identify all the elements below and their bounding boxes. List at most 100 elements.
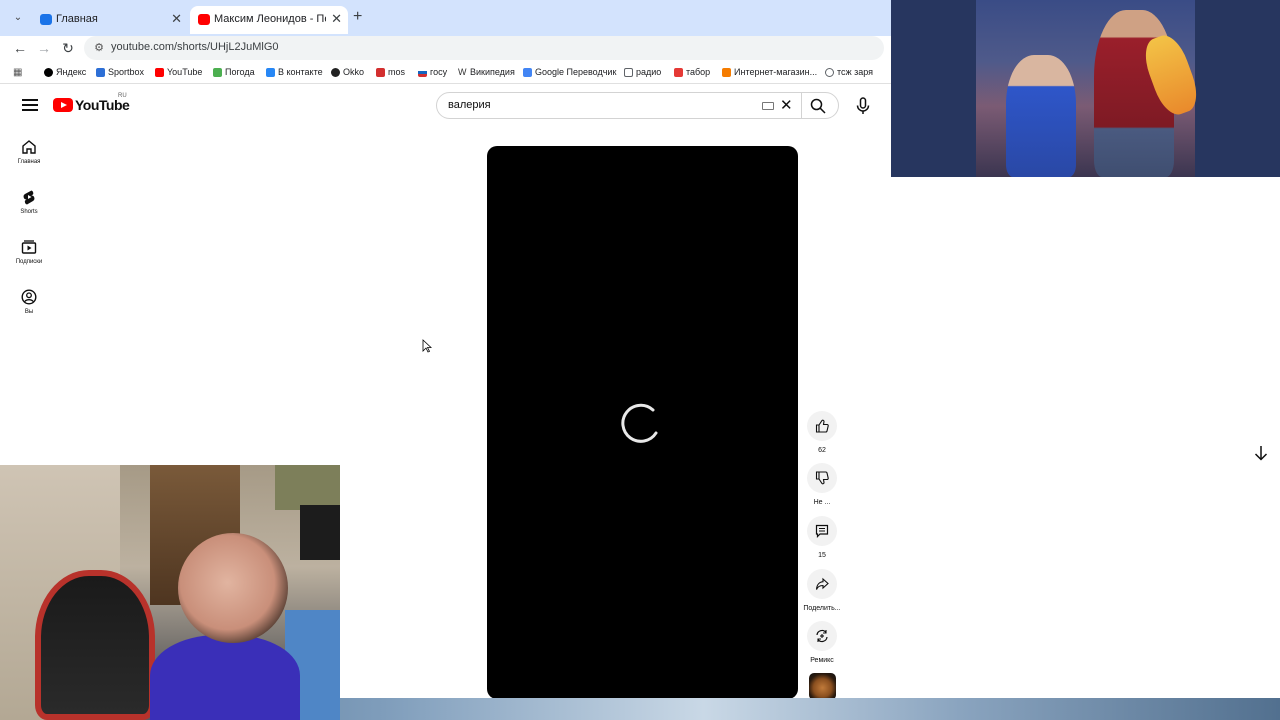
shorts-icon [23, 190, 35, 205]
bookmark-item[interactable]: W Википедия [458, 66, 515, 79]
search-box[interactable]: валерия ✕ [436, 92, 839, 119]
back-arrow-icon[interactable]: ← [11, 39, 29, 57]
remix-label: Ремикс [810, 657, 834, 664]
share-arrow-icon [815, 577, 829, 590]
bookmark-favicon-icon [674, 68, 683, 77]
comments-circle[interactable] [807, 516, 837, 546]
gaming-chair [35, 570, 155, 720]
keyboard-icon[interactable] [762, 102, 774, 110]
microphone-icon[interactable] [853, 96, 873, 116]
comments-button[interactable]: 15 [800, 516, 844, 559]
globe-icon [825, 68, 834, 77]
share-circle[interactable] [807, 569, 837, 599]
sidebar-item-subscriptions[interactable]: Подписки [8, 239, 50, 265]
bookmark-favicon-icon [266, 68, 275, 77]
url-text[interactable]: youtube.com/shorts/UHjL2JuMlG0 [111, 41, 279, 53]
thumbs-down-icon [815, 471, 829, 485]
folder-icon [624, 68, 633, 77]
loading-spinner-icon [621, 403, 658, 443]
bookmark-favicon-icon [331, 68, 340, 77]
video-overlay-photo [891, 0, 1280, 177]
tab-close-icon[interactable]: ✕ [171, 6, 182, 32]
bookmark-item[interactable]: табор [674, 66, 710, 79]
bookmark-favicon-icon [418, 68, 427, 77]
next-short-arrow-down-icon[interactable] [1252, 444, 1270, 462]
remix-icon [816, 629, 828, 643]
bookmark-item[interactable]: радио [624, 66, 661, 79]
bookmark-favicon-icon [376, 68, 385, 77]
like-button[interactable]: 62 [800, 411, 844, 454]
tab-home[interactable]: Главная ✕ [32, 6, 188, 34]
bookmark-item[interactable]: тсж заря [825, 66, 873, 79]
webcam-painting [275, 465, 340, 510]
sidebar-label: Главная [17, 159, 41, 165]
sidebar-label: Вы [24, 309, 34, 315]
bookmark-favicon-icon [213, 68, 222, 77]
subscriptions-icon [21, 240, 37, 254]
bookmarks-bar: ▦ Яндекс Sportbox YouTube Погода В конта… [0, 62, 891, 84]
bookmark-item[interactable]: Погода [213, 66, 255, 79]
wikipedia-icon: W [458, 67, 467, 77]
tab-favicon-icon [40, 14, 52, 25]
bookmark-item[interactable]: Okko [331, 66, 364, 79]
bookmark-item[interactable]: Интернет-магазин... [722, 66, 817, 79]
region-code: RU [118, 93, 127, 99]
bookmark-item[interactable]: mos [376, 66, 405, 79]
youtube-play-logo-icon [53, 98, 73, 112]
bookmark-item[interactable]: Google Переводчик [523, 66, 616, 79]
dislike-circle[interactable] [807, 463, 837, 493]
tab-search-chevron-icon[interactable]: ⌄ [10, 10, 26, 26]
tab-close-icon[interactable]: ✕ [331, 6, 342, 32]
address-bar[interactable]: ⚙ youtube.com/shorts/UHjL2JuMlG0 [84, 36, 884, 60]
clear-search-icon[interactable]: ✕ [780, 97, 793, 114]
bookmark-item[interactable]: YouTube [155, 66, 202, 79]
comment-icon [815, 524, 829, 538]
tab-youtube-shorts[interactable]: Максим Леонидов - Песенка о... ✕ [190, 6, 348, 34]
webcam-overlay [0, 465, 340, 720]
logo-text: YouTube [75, 97, 130, 113]
concert-photo [976, 0, 1204, 177]
browser-toolbar: ← → ↻ ⚙ youtube.com/shorts/UHjL2JuMlG0 [0, 36, 891, 60]
bookmark-item[interactable]: Яндекс [44, 66, 86, 79]
tab-title: Главная [56, 13, 98, 25]
search-icon[interactable] [810, 98, 826, 114]
sidebar-label: Shorts [20, 209, 38, 215]
bookmark-favicon-icon [523, 68, 532, 77]
menu-icon[interactable] [22, 99, 38, 111]
home-icon [22, 140, 36, 154]
sidebar-item-home[interactable]: Главная [8, 139, 50, 165]
page-right-area [891, 177, 1280, 698]
account-icon [21, 289, 37, 305]
remix-button[interactable]: Ремикс [800, 621, 844, 664]
forward-arrow-icon[interactable]: → [35, 39, 53, 57]
youtube-favicon-icon [198, 14, 210, 25]
new-tab-plus-icon[interactable]: + [353, 9, 362, 25]
sidebar-label: Подписки [15, 259, 43, 265]
share-button[interactable]: Поделить... [800, 569, 844, 612]
search-input[interactable]: валерия [448, 99, 491, 111]
search-divider [801, 93, 802, 118]
dislike-label: Не ... [813, 499, 831, 506]
bookmark-item[interactable]: В контакте [266, 66, 323, 79]
sidebar-item-you[interactable]: Вы [8, 289, 50, 315]
bookmark-favicon-icon [96, 68, 105, 77]
sidebar-item-shorts[interactable]: Shorts [8, 189, 50, 215]
site-settings-icon[interactable]: ⚙ [92, 41, 106, 55]
apps-grid-icon[interactable]: ▦ [13, 67, 24, 78]
channel-avatar[interactable] [809, 673, 836, 698]
dislike-button[interactable]: Не ... [800, 463, 844, 506]
tab-strip: ⌄ Главная ✕ Максим Леонидов - Песенка о.… [0, 0, 891, 36]
bookmark-item[interactable]: Sportbox [96, 66, 144, 79]
remix-circle[interactable] [807, 621, 837, 651]
performer-left [1006, 55, 1076, 177]
like-circle[interactable] [807, 411, 837, 441]
webcam-person-head [178, 533, 288, 643]
comments-count: 15 [818, 552, 826, 559]
reload-icon[interactable]: ↻ [59, 39, 77, 57]
mouse-cursor-icon [422, 339, 432, 353]
bookmark-favicon-icon [155, 68, 164, 77]
bookmark-favicon-icon [44, 68, 53, 77]
shorts-video-player[interactable] [487, 146, 798, 698]
bookmark-item[interactable]: госу [418, 66, 447, 79]
thumbs-up-icon [815, 419, 829, 433]
